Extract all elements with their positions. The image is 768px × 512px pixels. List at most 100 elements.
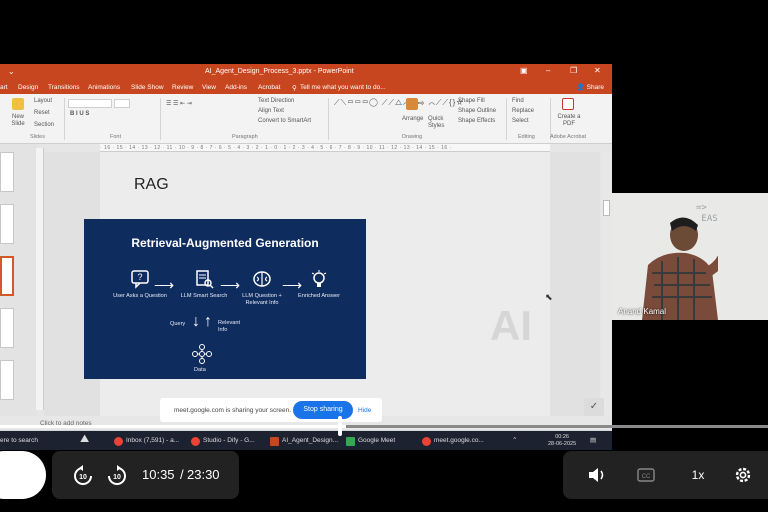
captions-icon[interactable]: CC [637, 465, 655, 485]
playback-speed-button[interactable]: 1x [688, 465, 708, 485]
slides-group-label: Slides [30, 134, 45, 140]
data-label: Data [194, 367, 206, 373]
slide-thumbnail[interactable] [0, 360, 14, 400]
step-enriched-answer: Enriched Answer [289, 269, 349, 300]
person-icon: 👤 [576, 84, 587, 91]
convert-smartart-button[interactable]: Convert to SmartArt [258, 118, 311, 124]
ribbon-display-icon[interactable]: ▣ [520, 66, 528, 75]
ribbon-tabs: art Design Transitions Animations Slide … [0, 80, 612, 94]
replace-button[interactable]: Replace [512, 108, 534, 114]
arrange-button[interactable]: Arrange [402, 116, 423, 122]
divider [64, 98, 65, 140]
tab-transitions[interactable]: Transitions [48, 84, 80, 91]
close-icon[interactable]: ✕ [594, 66, 601, 75]
font-name-input[interactable] [68, 99, 112, 108]
rewind-10-icon[interactable]: 10 [72, 465, 94, 487]
quick-styles-button[interactable]: Quick Styles [428, 116, 446, 130]
seek-bar[interactable] [0, 425, 768, 428]
play-pause-button[interactable] [0, 451, 46, 499]
shape-effects-button[interactable]: Shape Effects [458, 118, 495, 124]
taskbar-item-meet[interactable]: Google Meet [346, 433, 395, 449]
shapes-gallery[interactable]: ⟋⟍▭▭▭◯ ⟋⟋△⌒↳⇨ ⌒⟋⟋{}☆ [334, 98, 464, 108]
taskbar-search[interactable]: ere to search [0, 437, 38, 444]
arrow-down-icon: ↓ [192, 313, 200, 330]
tab-design[interactable]: Design [18, 84, 38, 91]
forward-10-icon[interactable]: 10 [106, 465, 128, 487]
tab-view[interactable]: View [202, 84, 216, 91]
participant-video [642, 217, 718, 320]
vertical-scrollbar[interactable] [601, 152, 612, 416]
reset-button[interactable]: Reset [34, 110, 50, 116]
taskbar-item-meet-chrome[interactable]: meet.google.co... [422, 433, 484, 449]
paragraph-group-label: Paragraph [232, 134, 258, 140]
create-pdf-button[interactable]: Create a PDF [556, 114, 582, 128]
relevant-info-label: Relevant Info [218, 320, 241, 333]
arrange-icon [406, 98, 418, 110]
adobe-group-label: Adobe Acrobat [550, 134, 587, 140]
select-button[interactable]: Select [512, 118, 529, 124]
seek-handle[interactable] [338, 416, 342, 436]
tell-me-box[interactable]: Tell me what you want to do... [300, 84, 386, 91]
app-icon[interactable]: ⛰ [80, 433, 89, 446]
tab-animations[interactable]: Animations [88, 84, 120, 91]
tab-review[interactable]: Review [172, 84, 193, 91]
tab-add-ins[interactable]: Add-ins [225, 84, 247, 91]
layout-button[interactable]: Layout [34, 98, 52, 104]
quick-access-icon[interactable]: ⌄ [8, 67, 15, 76]
shape-outline-button[interactable]: Shape Outline [458, 108, 496, 114]
check-icon[interactable]: ✓ [584, 398, 604, 416]
tab-insert[interactable]: art [0, 84, 8, 91]
tab-slide-show[interactable]: Slide Show [131, 84, 164, 91]
restore-icon[interactable]: ❐ [570, 66, 577, 75]
slide-thumbnail[interactable] [0, 152, 14, 192]
shape-fill-button[interactable]: Shape Fill [458, 98, 485, 104]
find-button[interactable]: Find [512, 98, 524, 104]
section-button[interactable]: Section [34, 122, 54, 128]
stop-sharing-button[interactable]: Stop sharing [293, 401, 353, 419]
time-separator: / [180, 467, 184, 482]
brain-icon [253, 271, 271, 287]
slide-thumbnail-active[interactable] [0, 256, 14, 296]
text-direction-button[interactable]: Text Direction [258, 98, 294, 104]
bullets-button[interactable]: ☰ ☰ ⇤ ⇥ [166, 100, 192, 107]
settings-gear-icon[interactable] [733, 465, 753, 485]
video-player: ⌄ AI_Agent_Design_Process_3.pptx - Power… [0, 0, 768, 512]
mouse-cursor-icon: ⬉ [545, 292, 553, 302]
new-slide-button[interactable]: New Slide [8, 114, 28, 128]
step-label: LLM Question + Relevant Info [242, 293, 282, 306]
align-text-button[interactable]: Align Text [258, 108, 284, 114]
arrow-up-icon: ↑ [204, 313, 212, 330]
tray-chevron-icon[interactable]: ⌃ [512, 436, 517, 444]
bold-button[interactable]: B I U S [70, 111, 89, 117]
chat-question-icon: ? [131, 270, 149, 289]
taskbar-item-inbox[interactable]: Inbox (7,591) - a... [114, 433, 179, 449]
new-slide-icon [12, 98, 24, 110]
chrome-icon [191, 437, 200, 446]
pdf-icon [562, 98, 574, 110]
step-label: Enriched Answer [298, 293, 340, 299]
taskbar-item-dify[interactable]: Studio - Dify - G... [191, 433, 255, 449]
ribbon: New Slide Layout Reset Section Slides B … [0, 94, 612, 144]
volume-icon[interactable] [587, 465, 607, 485]
arrow-icon: ⟶ [154, 277, 175, 293]
slide-thumbnails [0, 144, 38, 416]
slide-thumbnail[interactable] [0, 204, 14, 244]
taskbar-clock[interactable]: 00:26 28-06-2025 [548, 434, 576, 448]
query-label: Query [170, 321, 186, 327]
share-button[interactable]: 👤 Share [577, 83, 604, 91]
minimize-icon[interactable]: – [546, 66, 550, 75]
window-title: AI_Agent_Design_Process_3.pptx - PowerPo… [205, 68, 354, 75]
taskbar-item-powerpoint[interactable]: AI_Agent_Design... [270, 433, 338, 449]
slide-thumbnail[interactable] [0, 308, 14, 348]
rewind-seconds: 10 [79, 474, 87, 481]
shared-screen: ⌄ AI_Agent_Design_Process_3.pptx - Power… [0, 64, 612, 450]
rag-diagram[interactable]: Retrieval-Augmented Generation ? User As… [84, 219, 366, 379]
hide-link[interactable]: Hide [358, 407, 371, 414]
tab-acrobat[interactable]: Acrobat [258, 84, 280, 91]
participant-tile: => EAS Anand Kamal [612, 193, 768, 320]
rag-title: Retrieval-Augmented Generation [131, 236, 319, 250]
slide-heading[interactable]: RAG [134, 176, 169, 194]
notification-icon[interactable]: ▤ [590, 436, 596, 444]
scrollbar-thumb[interactable] [603, 200, 610, 216]
font-size-input[interactable] [114, 99, 130, 108]
